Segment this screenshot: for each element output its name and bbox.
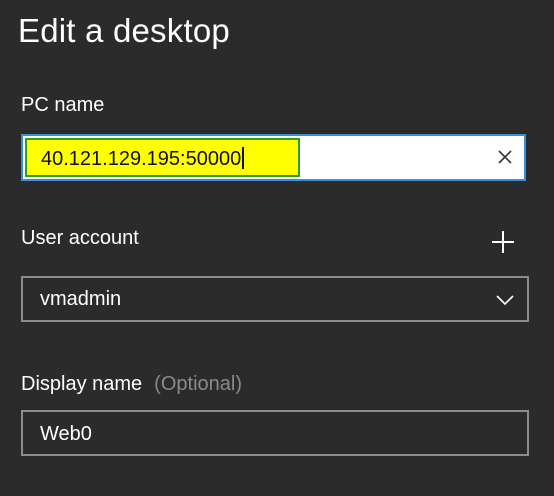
- user-account-label: User account: [21, 227, 139, 249]
- pc-name-text: 40.121.129.195:50000: [41, 148, 242, 170]
- user-account-dropdown[interactable]: vmadmin: [21, 276, 529, 322]
- text-caret: [242, 147, 245, 169]
- chevron-down-icon: [496, 295, 514, 306]
- add-user-account-button[interactable]: [488, 227, 518, 257]
- dialog-title: Edit a desktop: [18, 12, 230, 49]
- display-name-label-text: Display name: [21, 373, 143, 395]
- plus-icon: [492, 231, 514, 253]
- display-name-label: Display name (Optional): [21, 373, 242, 396]
- pc-name-label: PC name: [21, 94, 105, 116]
- pc-name-input[interactable]: 40.121.129.195:50000: [21, 134, 526, 181]
- pc-name-value: 40.121.129.195:50000: [41, 147, 245, 171]
- user-account-selected: vmadmin: [40, 288, 122, 310]
- optional-hint: (Optional): [154, 373, 242, 395]
- display-name-input[interactable]: Web0: [21, 410, 529, 456]
- clear-button[interactable]: [494, 146, 516, 168]
- close-icon: [498, 150, 512, 164]
- display-name-value: Web0: [40, 423, 92, 445]
